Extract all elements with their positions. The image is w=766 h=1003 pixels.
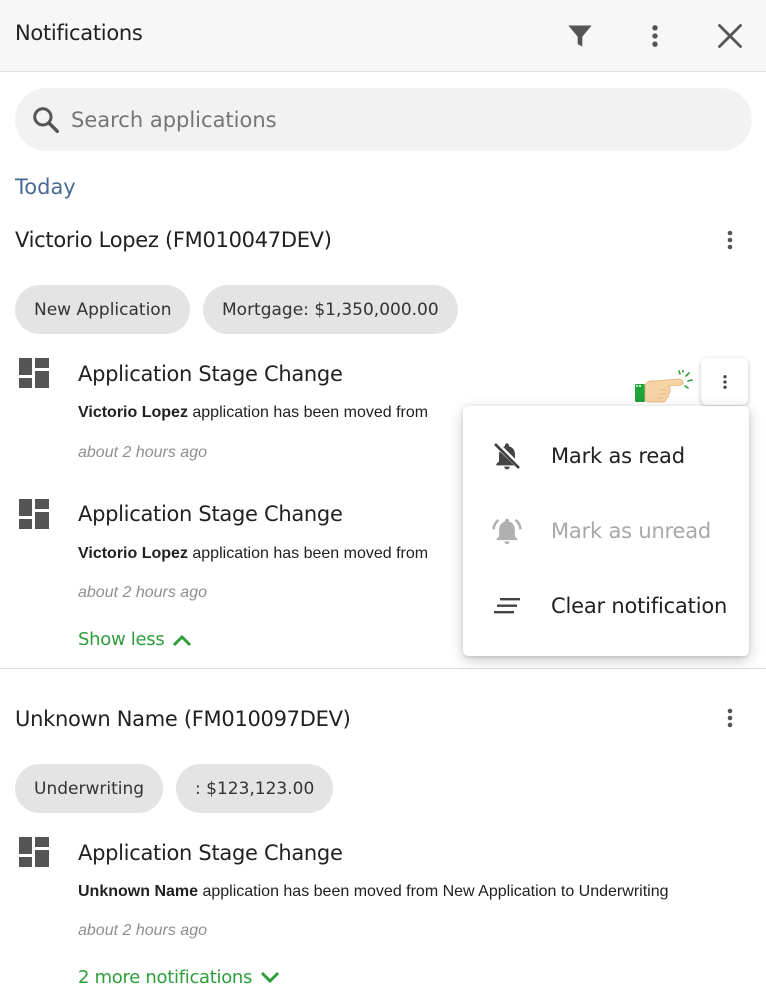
notification-more-button[interactable] (701, 358, 748, 405)
amount-chip: : $123,123.00 (176, 764, 334, 813)
clear-all-icon (490, 589, 524, 623)
dashboard-icon (19, 358, 49, 388)
notification-body: Victorio Lopez application has been move… (78, 545, 463, 563)
chevron-up-icon (173, 634, 192, 646)
notification-title: Application Stage Change (78, 502, 343, 526)
search-input[interactable] (71, 100, 731, 140)
filter-icon (568, 25, 592, 47)
amount-chip: Mortgage: $1,350,000.00 (203, 285, 458, 334)
filter-button[interactable] (558, 14, 602, 58)
applicant-name: Victorio Lopez (78, 404, 188, 421)
pointing-hand-icon (635, 370, 693, 403)
notification-context-menu: Mark as read Mark as unread Clear notifi… (463, 406, 749, 656)
bell-off-icon (490, 439, 524, 473)
dashboard-icon (19, 499, 49, 529)
show-less-label: Show less (78, 629, 165, 650)
application-group-title: Victorio Lopez (FM010047DEV) (15, 228, 332, 252)
more-vert-icon (652, 25, 658, 47)
more-options-button[interactable] (633, 14, 677, 58)
group-more-button[interactable] (715, 220, 745, 260)
chevron-down-icon (261, 971, 280, 983)
notification-body: Victorio Lopez application has been move… (78, 404, 463, 422)
notification-time: about 2 hours ago (78, 584, 207, 601)
stage-chip: New Application (15, 285, 191, 334)
close-icon (718, 24, 742, 48)
notifications-header: Notifications (0, 0, 766, 72)
panel-title: Notifications (15, 21, 143, 45)
more-vert-icon (727, 708, 733, 728)
group-divider (0, 668, 766, 669)
mark-as-unread-menu-item[interactable]: Mark as unread (463, 493, 749, 568)
applicant-name: Unknown Name (78, 883, 199, 900)
more-vert-icon (727, 230, 733, 250)
more-notifications-link[interactable]: 2 more notifications (78, 967, 280, 988)
clear-notification-label: Clear notification (551, 593, 728, 618)
bell-ring-icon (490, 514, 524, 548)
mark-as-read-label: Mark as read (551, 443, 685, 468)
notification-message: application has been moved from (187, 545, 429, 562)
applicant-name: Victorio Lopez (78, 545, 188, 562)
stage-chip: Underwriting (15, 764, 164, 813)
notification-message: application has been moved from (187, 404, 429, 421)
show-less-link[interactable]: Show less (78, 629, 192, 650)
application-group-title: Unknown Name (FM010097DEV) (15, 707, 351, 731)
search-bar (15, 88, 752, 151)
dashboard-icon (19, 837, 49, 867)
mark-as-unread-label: Mark as unread (551, 518, 712, 543)
notification-title: Application Stage Change (78, 841, 343, 865)
mark-as-read-menu-item[interactable]: Mark as read (463, 418, 749, 493)
notification-time: about 2 hours ago (78, 922, 207, 939)
clear-notification-menu-item[interactable]: Clear notification (463, 568, 749, 643)
notification-message: application has been moved from New Appl… (198, 883, 669, 900)
more-vert-icon (722, 374, 727, 389)
notification-body: Unknown Name application has been moved … (78, 883, 758, 901)
notification-title: Application Stage Change (78, 362, 343, 386)
more-notifications-label: 2 more notifications (78, 967, 253, 988)
close-button[interactable] (708, 14, 752, 58)
search-icon (33, 107, 59, 133)
notification-time: about 2 hours ago (78, 444, 207, 461)
group-more-button[interactable] (715, 698, 745, 738)
section-label-today: Today (15, 175, 76, 199)
